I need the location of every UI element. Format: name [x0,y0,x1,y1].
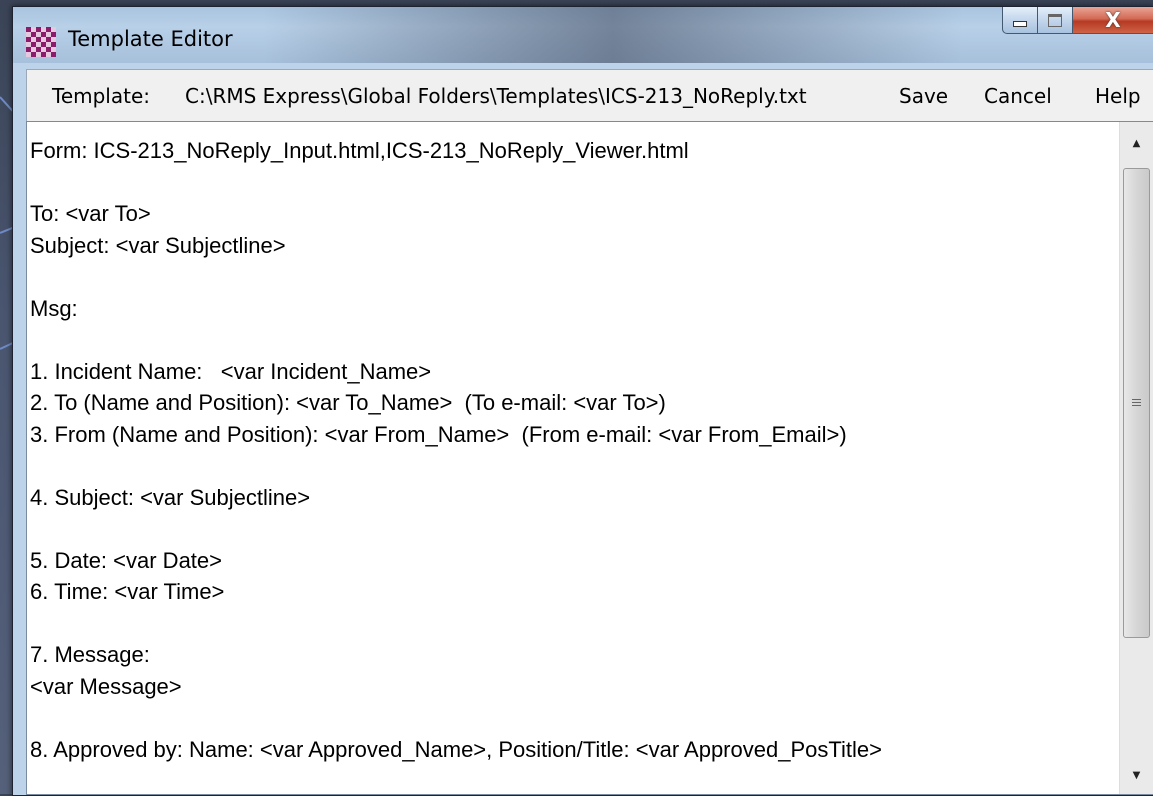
vertical-scrollbar[interactable]: ▲ ▼ [1119,122,1153,794]
scroll-up-arrow-icon[interactable]: ▲ [1120,126,1153,160]
template-toolbar: Template: C:\RMS Express\Global Folders\… [26,69,1153,122]
close-button[interactable]: X [1073,7,1153,34]
cancel-button[interactable]: Cancel [984,84,1052,108]
help-button[interactable]: Help [1095,84,1141,108]
minimize-button[interactable] [1002,7,1038,34]
grip-icon [1132,398,1141,408]
title-bar[interactable]: Template Editor X [13,7,1153,63]
template-path: C:\RMS Express\Global Folders\Templates\… [185,84,807,108]
window-controls: X [1002,7,1153,37]
scroll-down-arrow-icon[interactable]: ▼ [1120,758,1153,792]
scrollbar-thumb[interactable] [1123,168,1150,638]
close-icon: X [1105,8,1121,32]
minimize-icon [1013,21,1027,27]
maximize-icon [1048,13,1062,27]
save-button[interactable]: Save [899,84,948,108]
template-editor-window: Template Editor X Template: C:\RMS Expre… [12,6,1153,796]
template-text-editor[interactable]: Form: ICS-213_NoReply_Input.html,ICS-213… [26,121,1153,795]
template-content[interactable]: Form: ICS-213_NoReply_Input.html,ICS-213… [30,135,1120,765]
window-title: Template Editor [68,27,233,51]
template-label: Template: [52,84,150,108]
maximize-button[interactable] [1038,7,1073,34]
checkered-app-icon [26,27,56,57]
